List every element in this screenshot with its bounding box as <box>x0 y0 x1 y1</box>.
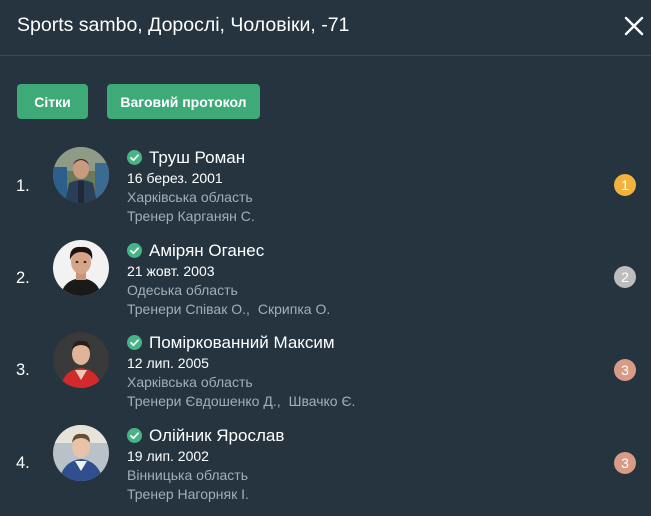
modal-title: Sports sambo, Дорослі, Чоловіки, -71 <box>17 14 350 36</box>
weigh-protocol-button[interactable]: Ваговий протокол <box>107 84 260 119</box>
check-circle-icon <box>127 150 142 165</box>
coach-name: Тренер Карганян С. <box>127 208 255 224</box>
coach-name: Тренери Співак О., <box>127 301 250 317</box>
athlete-region: Харківська область <box>127 189 253 205</box>
athlete-region: Вінницька область <box>127 467 248 483</box>
close-icon[interactable] <box>623 15 645 37</box>
athlete-row[interactable]: 2. Амірян Оганес 21 жовт. 2003 Одеська о… <box>0 239 651 331</box>
athlete-row[interactable]: 4. Олійник Ярослав 19 лип. 2002 Вінницьк… <box>0 424 651 516</box>
athlete-coaches: Тренери Співак О., Скрипка О. <box>127 300 587 319</box>
grids-button[interactable]: Сітки <box>17 84 88 119</box>
athlete-dob: 16 берез. 2001 <box>127 170 223 186</box>
place-number: 4. <box>16 454 30 472</box>
athlete-row[interactable]: 3. Поміркованний Максим 12 лип. 2005 Хар… <box>0 331 651 423</box>
athlete-dob: 21 жовт. 2003 <box>127 263 215 279</box>
modal-header: Sports sambo, Дорослі, Чоловіки, -71 <box>0 0 651 56</box>
medal-badge: 2 <box>614 266 636 288</box>
athlete-coaches: Тренер Карганян С. <box>127 207 587 226</box>
avatar <box>53 332 109 388</box>
check-circle-icon <box>127 243 142 258</box>
medal-badge: 3 <box>614 359 636 381</box>
medal-badge: 1 <box>614 174 636 196</box>
athlete-name[interactable]: Амірян Оганес <box>149 241 264 261</box>
athlete-name[interactable]: Олійник Ярослав <box>149 426 284 446</box>
check-circle-icon <box>127 335 142 350</box>
athlete-region: Харківська область <box>127 374 253 390</box>
place-number: 2. <box>16 269 30 287</box>
athlete-name[interactable]: Труш Роман <box>149 148 245 168</box>
coach-name: Тренери Євдошенко Д., <box>127 393 281 409</box>
place-number: 3. <box>16 361 30 379</box>
avatar <box>53 425 109 481</box>
athlete-info: Амірян Оганес 21 жовт. 2003 Одеська обла… <box>127 241 587 319</box>
coach-name: Тренер Нагорняк І. <box>127 486 249 502</box>
athlete-coaches: Тренери Євдошенко Д., Швачко Є. <box>127 392 587 411</box>
athlete-dob: 19 лип. 2002 <box>127 448 209 464</box>
avatar <box>53 147 109 203</box>
coach-name: Швачко Є. <box>288 393 356 409</box>
athlete-row[interactable]: 1. Труш Роман 16 берез. 2001 Харківська … <box>0 146 651 238</box>
medal-badge: 3 <box>614 452 636 474</box>
athlete-coaches: Тренер Нагорняк І. <box>127 485 587 504</box>
athlete-info: Олійник Ярослав 19 лип. 2002 Вінницька о… <box>127 426 587 504</box>
athlete-dob: 12 лип. 2005 <box>127 355 209 371</box>
place-number: 1. <box>16 177 30 195</box>
athlete-info: Труш Роман 16 берез. 2001 Харківська обл… <box>127 148 587 226</box>
avatar <box>53 240 109 296</box>
athlete-name[interactable]: Поміркованний Максим <box>149 333 335 353</box>
coach-name: Скрипка О. <box>257 301 331 317</box>
athlete-region: Одеська область <box>127 282 238 298</box>
check-circle-icon <box>127 428 142 443</box>
athlete-info: Поміркованний Максим 12 лип. 2005 Харків… <box>127 333 587 411</box>
